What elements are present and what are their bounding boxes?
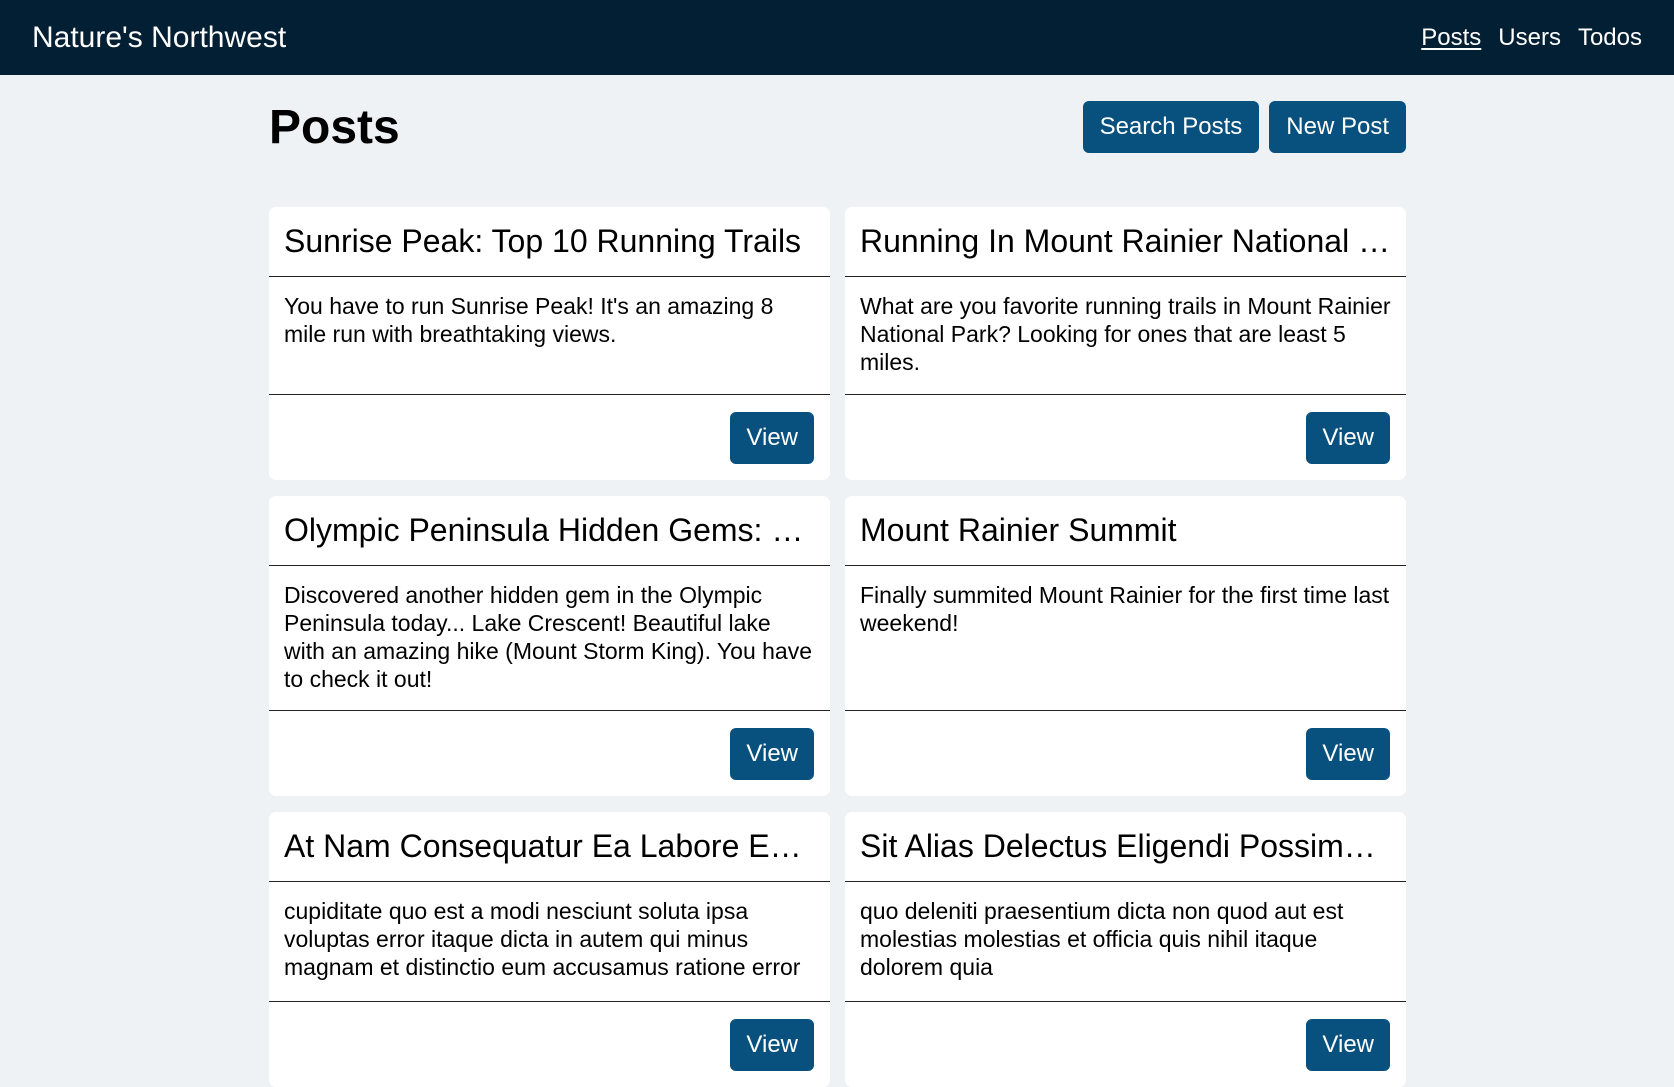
view-post-button[interactable]: View	[730, 411, 814, 464]
post-footer: View	[269, 711, 830, 796]
nav-link-todos[interactable]: Todos	[1578, 24, 1642, 52]
post-card: Olympic Peninsula Hidden Gems: La… Disco…	[269, 496, 830, 796]
header-actions: Search Posts New Post	[1082, 101, 1406, 153]
posts-grid: Sunrise Peak: Top 10 Running Trails You …	[269, 207, 1406, 1087]
view-post-button[interactable]: View	[1306, 727, 1390, 780]
post-card: Sit Alias Delectus Eligendi Possimus … q…	[845, 812, 1406, 1087]
post-body: Discovered another hidden gem in the Oly…	[269, 566, 830, 711]
post-body: quo deleniti praesentium dicta non quod …	[845, 882, 1406, 1002]
post-title: Sunrise Peak: Top 10 Running Trails	[269, 207, 830, 277]
post-title: Olympic Peninsula Hidden Gems: La…	[269, 496, 830, 566]
nav-links: Posts Users Todos	[1421, 24, 1642, 52]
post-body: What are you favorite running trails in …	[845, 277, 1406, 395]
nav-link-users[interactable]: Users	[1498, 24, 1561, 52]
site-brand[interactable]: Nature's Northwest	[32, 21, 286, 55]
post-body: cupiditate quo est a modi nesciunt solut…	[269, 882, 830, 1002]
post-title: Mount Rainier Summit	[845, 496, 1406, 566]
view-post-button[interactable]: View	[1306, 411, 1390, 464]
main-content: Posts Search Posts New Post Sunrise Peak…	[269, 75, 1406, 1087]
post-card: At Nam Consequatur Ea Labore Ea H… cupid…	[269, 812, 830, 1087]
view-post-button[interactable]: View	[1306, 1018, 1390, 1071]
post-footer: View	[845, 1002, 1406, 1087]
post-body: You have to run Sunrise Peak! It's an am…	[269, 277, 830, 395]
post-footer: View	[269, 395, 830, 480]
post-card: Sunrise Peak: Top 10 Running Trails You …	[269, 207, 830, 480]
post-card: Mount Rainier Summit Finally summited Mo…	[845, 496, 1406, 796]
nav-link-posts[interactable]: Posts	[1421, 24, 1481, 52]
post-title: Sit Alias Delectus Eligendi Possimus …	[845, 812, 1406, 882]
post-footer: View	[269, 1002, 830, 1087]
page-title: Posts	[269, 100, 400, 154]
post-footer: View	[845, 395, 1406, 480]
page-header: Posts Search Posts New Post	[269, 75, 1406, 175]
post-body: Finally summited Mount Rainier for the f…	[845, 566, 1406, 711]
new-post-button[interactable]: New Post	[1269, 101, 1406, 153]
top-navbar: Nature's Northwest Posts Users Todos	[0, 0, 1674, 75]
view-post-button[interactable]: View	[730, 727, 814, 780]
post-title: At Nam Consequatur Ea Labore Ea H…	[269, 812, 830, 882]
view-post-button[interactable]: View	[730, 1018, 814, 1071]
search-posts-button[interactable]: Search Posts	[1082, 101, 1260, 153]
post-footer: View	[845, 711, 1406, 796]
post-card: Running In Mount Rainier National Pa… Wh…	[845, 207, 1406, 480]
post-title: Running In Mount Rainier National Pa…	[845, 207, 1406, 277]
